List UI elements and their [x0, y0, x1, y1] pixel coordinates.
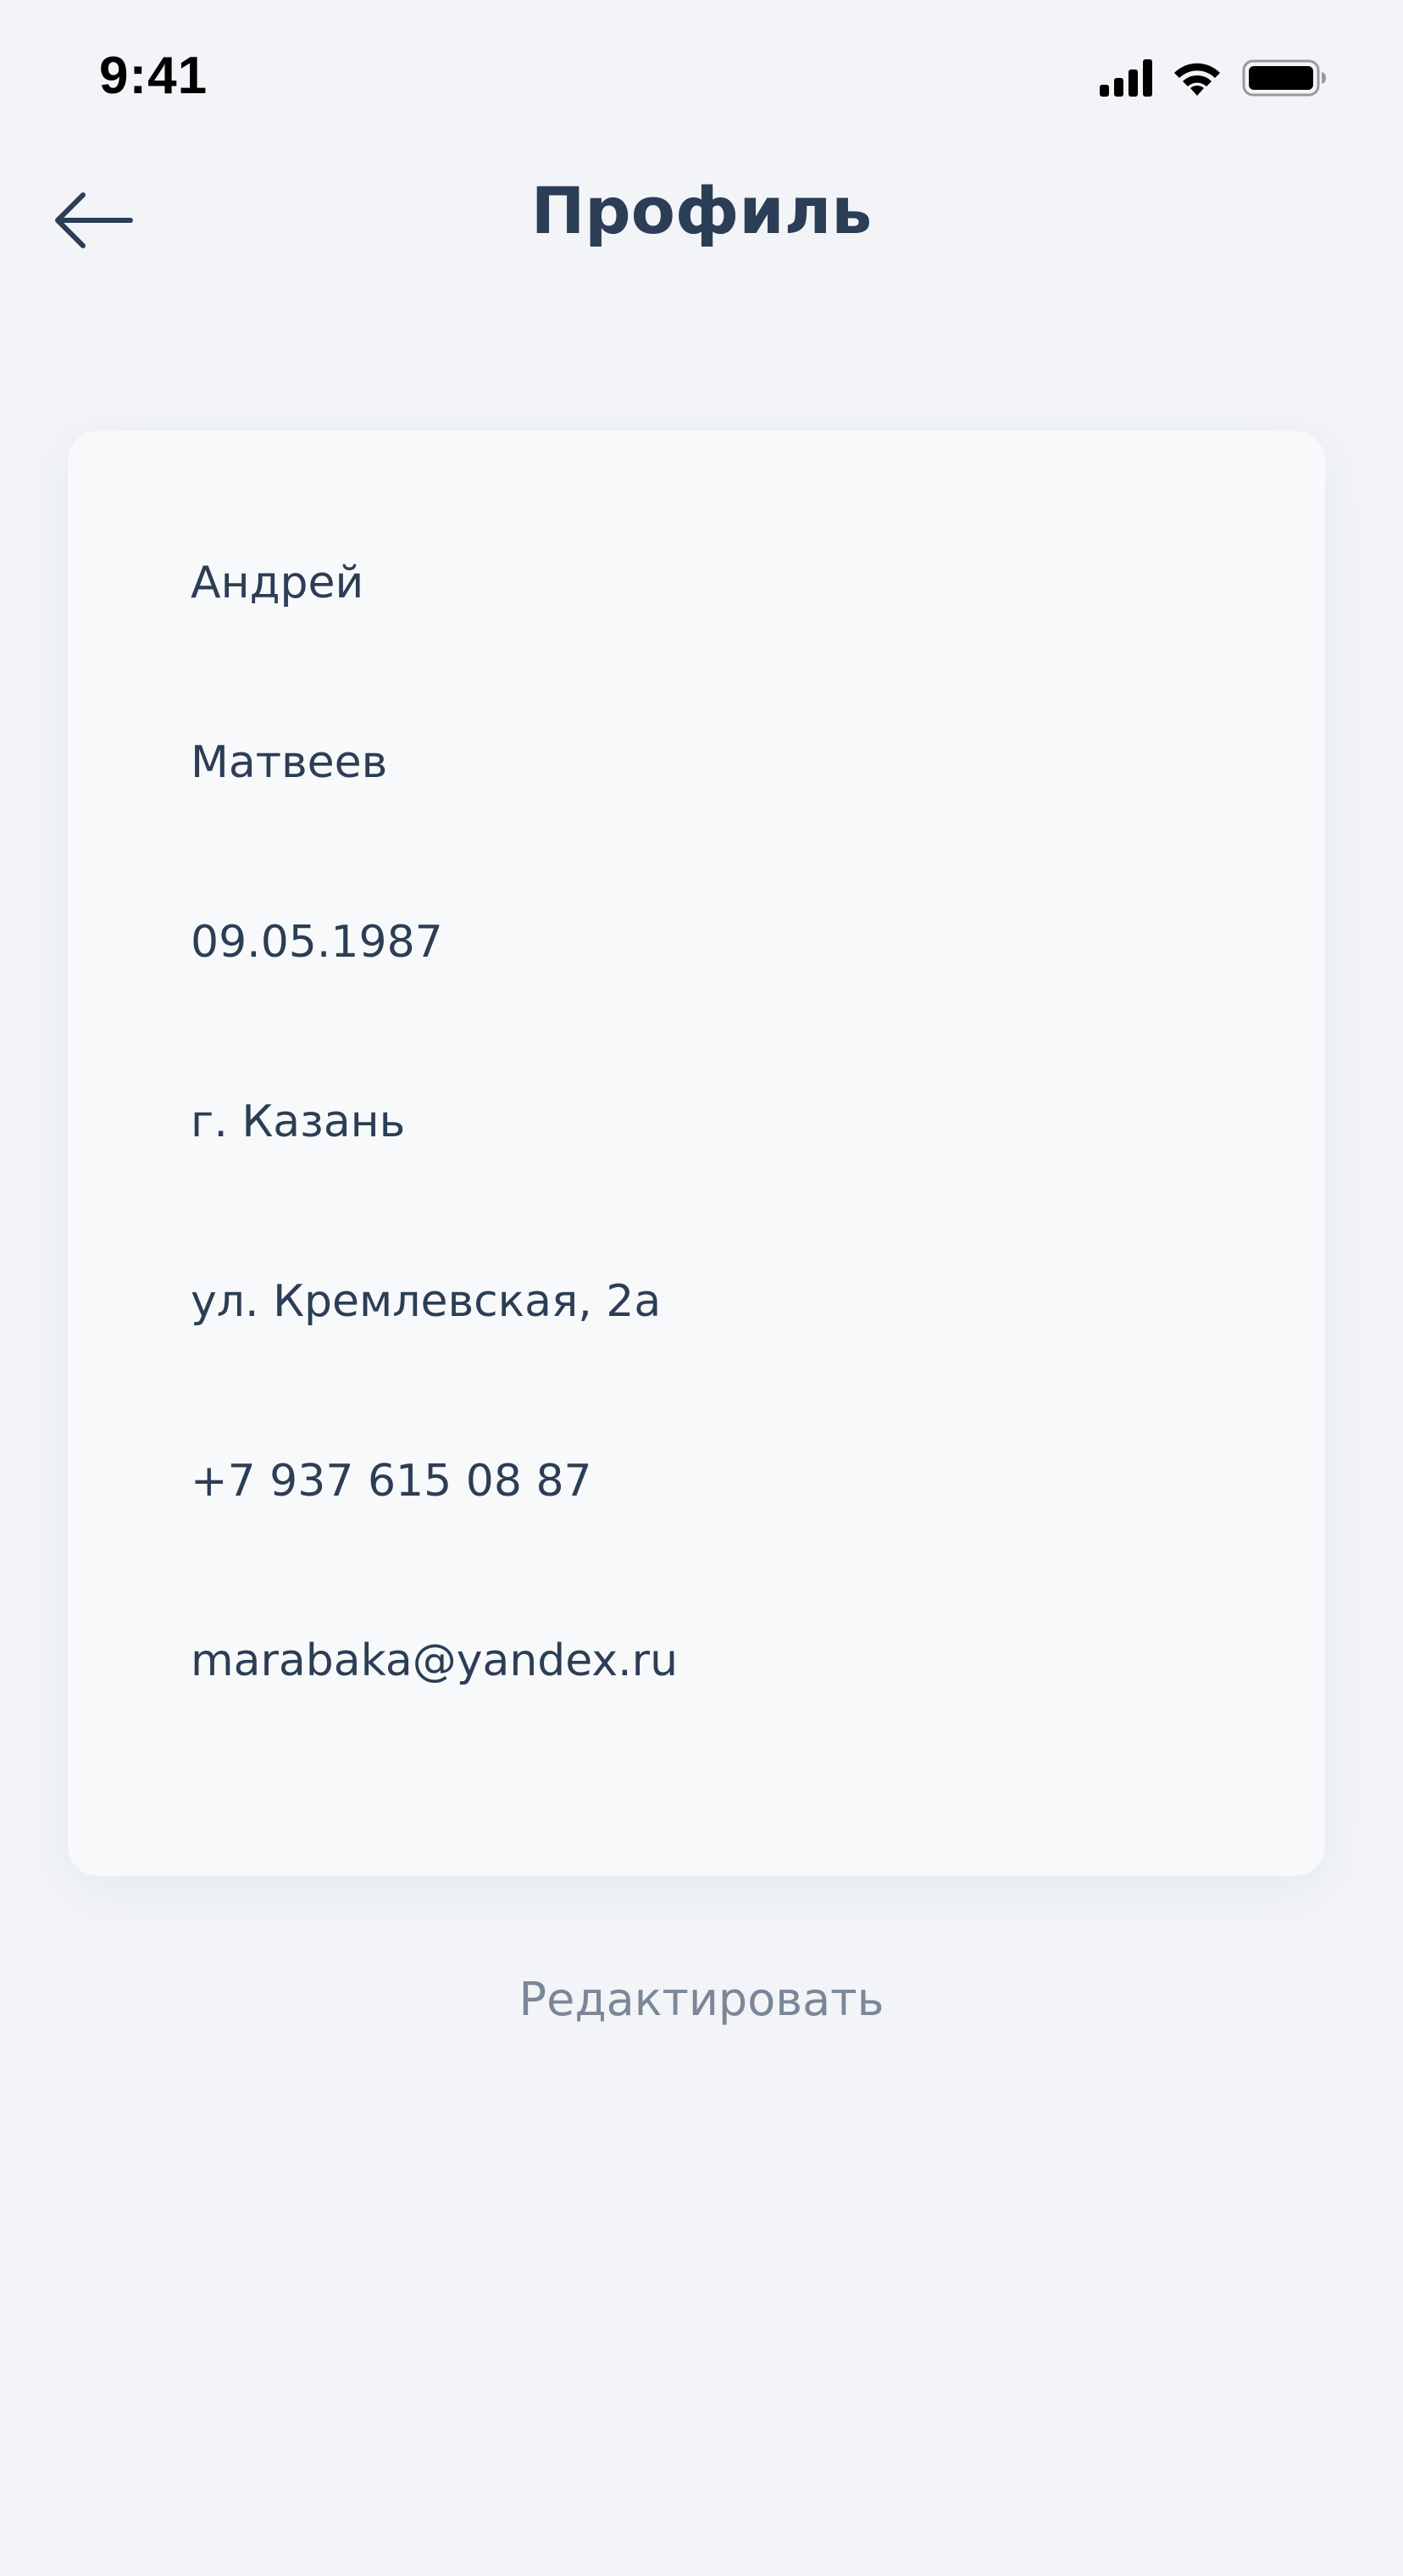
email-field: marabaka@yandex.ru	[191, 1635, 679, 1686]
phone-field: +7 937 615 08 87	[191, 1456, 592, 1507]
cellular-signal-icon	[1100, 59, 1152, 97]
status-bar: 9:41	[0, 0, 1403, 153]
first-name-field: Андрей	[191, 558, 364, 608]
page-title: Профиль	[530, 173, 873, 248]
status-icons	[1100, 53, 1327, 103]
profile-card: Андрей Матвеев 09.05.1987 г. Казань ул. …	[68, 430, 1325, 1876]
status-time: 9:41	[99, 47, 208, 105]
edit-button[interactable]: Редактировать	[0, 1973, 1403, 2026]
street-field: ул. Кремлевская, 2а	[191, 1276, 662, 1327]
birth-date-field: 09.05.1987	[191, 917, 443, 968]
city-field: г. Казань	[191, 1096, 406, 1147]
battery-icon	[1242, 59, 1326, 97]
navigation-bar: Профиль	[0, 153, 1403, 288]
last-name-field: Матвеев	[191, 737, 388, 788]
wifi-icon	[1174, 63, 1220, 96]
